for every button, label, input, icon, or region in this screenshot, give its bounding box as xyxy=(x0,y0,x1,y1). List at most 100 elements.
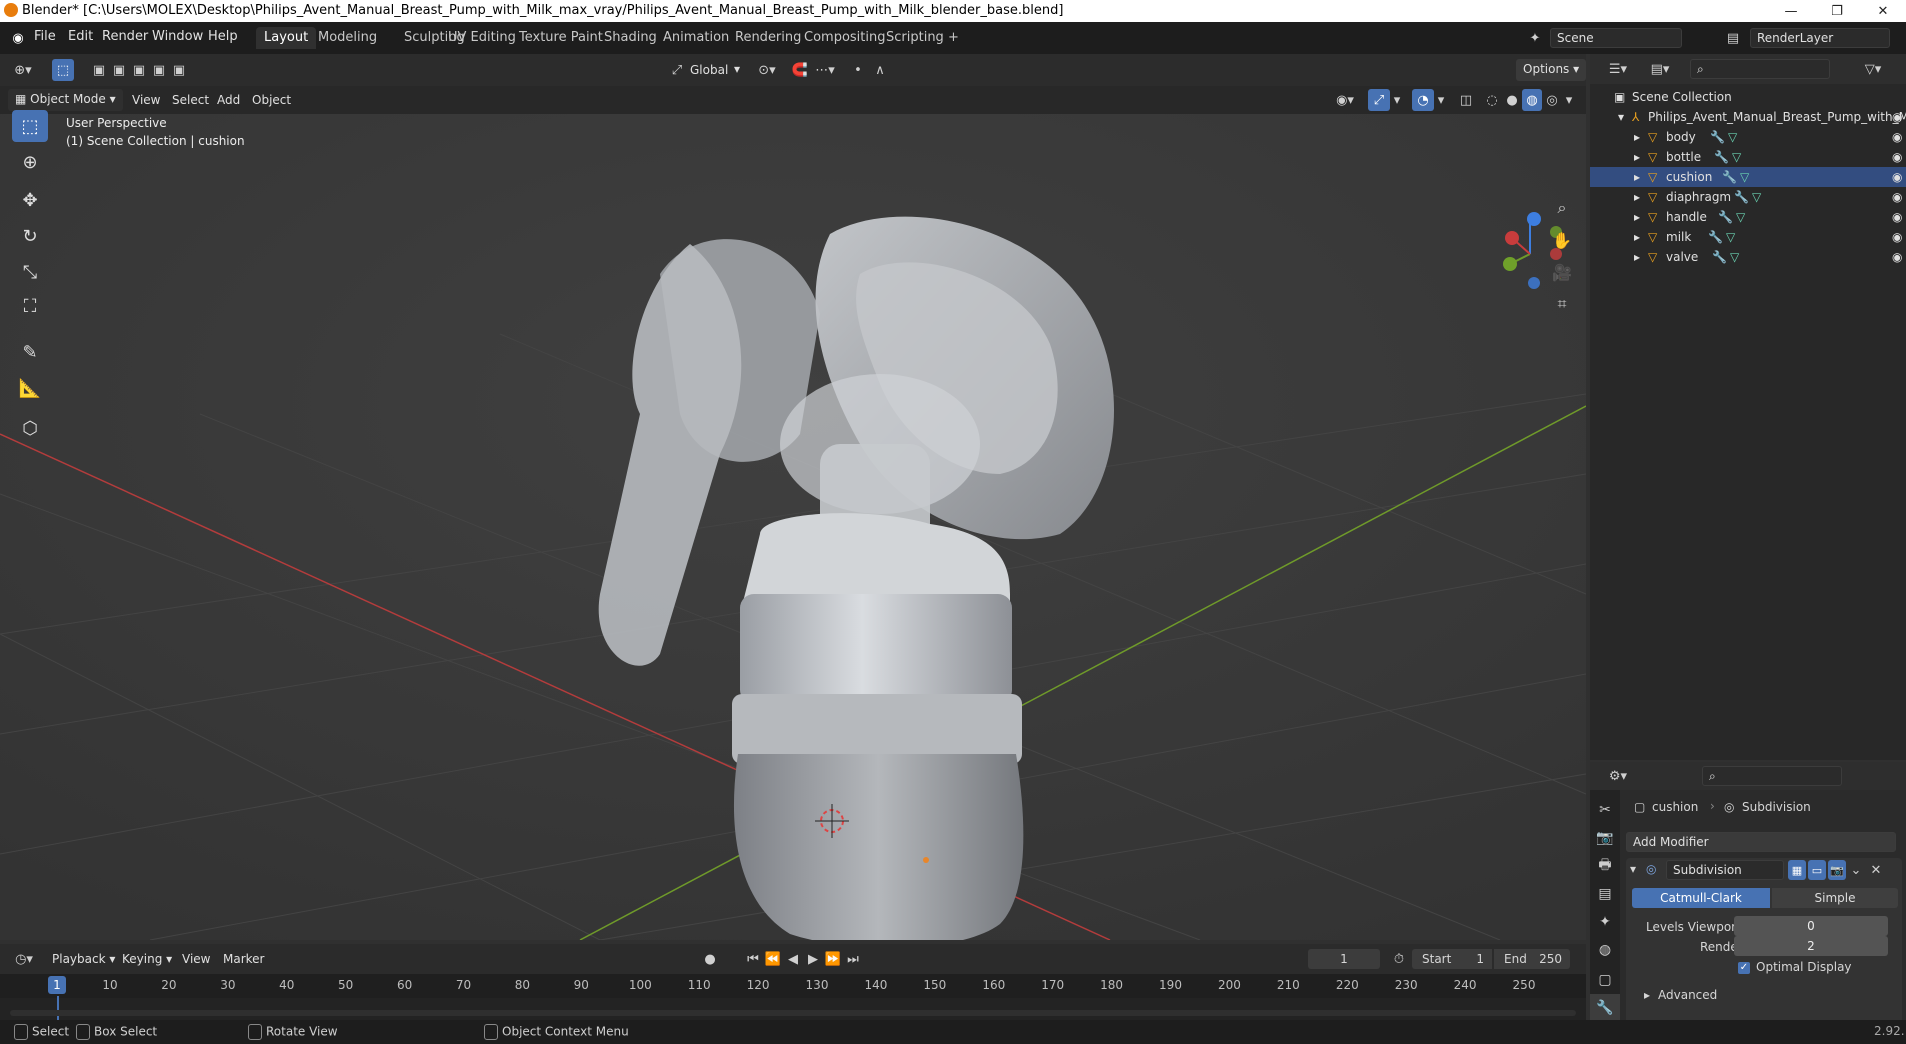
remove-modifier-icon[interactable]: ✕ xyxy=(1868,860,1884,880)
play-icon[interactable]: ▶ xyxy=(804,949,822,969)
3d-viewport[interactable]: User Perspective (1) Scene Collection | … xyxy=(0,114,1586,940)
minimize-button[interactable]: — xyxy=(1768,0,1814,22)
expand-arrow-icon[interactable]: ▸ xyxy=(1634,210,1640,224)
visibility-eye-icon[interactable]: ◉ xyxy=(1892,250,1902,264)
render-levels-field[interactable]: 2 xyxy=(1734,936,1888,956)
orientation-dropdown[interactable]: Global xyxy=(690,63,728,77)
properties-editor-type-icon[interactable]: ⚙▾ xyxy=(1604,766,1632,786)
outliner-item-milk[interactable]: ▸ ▽ milk 🔧 ▽ ◉ xyxy=(1590,227,1906,247)
select-extend-icon[interactable]: ▣ xyxy=(110,59,128,81)
prev-keyframe-icon[interactable]: ⏪ xyxy=(764,949,782,969)
display-mode-icon[interactable]: ▤▾ xyxy=(1646,59,1674,79)
add-modifier-dropdown[interactable]: Add Modifier xyxy=(1626,832,1896,852)
levels-viewport-field[interactable]: 0 xyxy=(1734,916,1888,936)
menu-timeline-view[interactable]: View xyxy=(182,952,210,966)
visibility-eye-icon[interactable]: ◉ xyxy=(1892,170,1902,184)
stopwatch-icon[interactable]: ⏱ xyxy=(1390,949,1408,969)
menu-object[interactable]: Object xyxy=(252,93,291,107)
record-icon[interactable]: ● xyxy=(700,949,720,969)
snap-icon[interactable]: 🧲 xyxy=(790,60,810,80)
filter-icon[interactable]: ▽▾ xyxy=(1860,59,1886,79)
select-subtract-icon[interactable]: ▣ xyxy=(130,59,148,81)
edit-mode-toggle-icon[interactable]: ▦ xyxy=(1788,860,1806,880)
xray-icon[interactable]: ◫ xyxy=(1456,89,1476,111)
jump-end-icon[interactable]: ⏭ xyxy=(844,949,862,969)
outliner-item-valve[interactable]: ▸ ▽ valve 🔧 ▽ ◉ xyxy=(1590,247,1906,267)
modifier-menu-icon[interactable]: ⌄ xyxy=(1848,860,1864,880)
start-frame-field[interactable]: Start 1 xyxy=(1412,949,1492,969)
outliner-item-diaphragm[interactable]: ▸ ▽ diaphragm 🔧 ▽ ◉ xyxy=(1590,187,1906,207)
view-layer-field[interactable]: RenderLayer xyxy=(1750,28,1890,48)
gizmo-x-icon[interactable] xyxy=(1505,231,1519,245)
add-cube-tool-icon[interactable]: ⬡ xyxy=(12,412,48,444)
scale-tool-icon[interactable]: ⤡ xyxy=(12,256,48,288)
visibility-eye-icon[interactable]: ◉ xyxy=(1892,130,1902,144)
solid-shading-icon[interactable]: ● xyxy=(1502,89,1522,111)
outliner-editor-type-icon[interactable]: ☰▾ xyxy=(1604,59,1632,79)
proportional-edit-icon[interactable]: • xyxy=(848,60,868,80)
current-frame-field[interactable]: 1 xyxy=(1308,949,1380,969)
visibility-eye-icon[interactable]: ◉ xyxy=(1892,210,1902,224)
gizmo-z-icon[interactable] xyxy=(1527,212,1541,226)
select-box-tool-icon[interactable]: ⬚ xyxy=(12,110,48,142)
viewport-toggle-icon[interactable]: ▭ xyxy=(1808,860,1826,880)
measure-tool-icon[interactable]: 📐 xyxy=(12,372,48,404)
scene-tab-icon[interactable]: ✦ xyxy=(1590,908,1620,936)
material-preview-shading-icon[interactable]: ◍ xyxy=(1522,89,1542,111)
play-reverse-icon[interactable]: ◀ xyxy=(784,949,802,969)
add-workspace-button[interactable]: + xyxy=(940,27,967,49)
expand-arrow-icon[interactable]: ▸ xyxy=(1634,190,1640,204)
expand-arrow-icon[interactable]: ▸ xyxy=(1634,170,1640,184)
rendered-shading-icon[interactable]: ◎ xyxy=(1542,89,1562,111)
outliner-row-parent-object[interactable]: ▾ ⅄ Philips_Avent_Manual_Breast_Pump_wit… xyxy=(1590,107,1906,127)
menu-render[interactable]: Render xyxy=(102,29,148,44)
optimal-display-checkbox[interactable]: ✓ xyxy=(1738,962,1750,974)
visibility-eye-icon[interactable]: ◉ xyxy=(1892,190,1902,204)
render-toggle-icon[interactable]: 📷 xyxy=(1828,860,1846,880)
menu-edit[interactable]: Edit xyxy=(68,29,93,44)
menu-view[interactable]: View xyxy=(132,93,160,107)
transform-tool-icon[interactable]: ⛶ xyxy=(12,290,48,322)
move-tool-icon[interactable]: ✥ xyxy=(12,184,48,216)
end-frame-field[interactable]: End 250 xyxy=(1494,949,1570,969)
wireframe-shading-icon[interactable]: ◌ xyxy=(1482,89,1502,111)
outliner-row-scene-collection[interactable]: ▣ Scene Collection xyxy=(1590,87,1906,107)
menu-window[interactable]: Window xyxy=(152,29,203,44)
overlays-dropdown-icon[interactable]: ▾ xyxy=(1434,89,1448,111)
blender-menu-icon[interactable]: ◉ xyxy=(8,28,28,48)
outliner-item-handle[interactable]: ▸ ▽ handle 🔧 ▽ ◉ xyxy=(1590,207,1906,227)
pivot-icon[interactable]: ⊙▾ xyxy=(754,60,780,80)
expand-arrow-icon[interactable]: ▾ xyxy=(1618,110,1624,124)
pan-hand-icon[interactable]: ✋ xyxy=(1548,226,1576,254)
select-intersect-icon[interactable]: ▣ xyxy=(170,59,188,81)
object-tab-icon[interactable]: ▢ xyxy=(1590,966,1620,994)
visibility-eye-icon[interactable]: ◉ xyxy=(1892,110,1902,124)
close-button[interactable]: ✕ xyxy=(1860,0,1906,22)
outliner-search-input[interactable]: ⌕ xyxy=(1690,59,1830,79)
select-mode-icon[interactable]: ⬚ xyxy=(52,59,74,81)
timeline-ruler[interactable]: 1 10 20 30 40 50 60 70 80 90 100 110 120 130 140 150 160… xyxy=(0,974,1586,998)
rotate-tool-icon[interactable]: ↻ xyxy=(12,220,48,252)
render-tab-icon[interactable]: 📷 xyxy=(1590,824,1620,852)
expand-arrow-icon[interactable]: ▸ xyxy=(1634,250,1640,264)
properties-search-input[interactable]: ⌕ xyxy=(1702,766,1842,786)
timeline-editor-type-icon[interactable]: ◷▾ xyxy=(10,949,38,969)
jump-start-icon[interactable]: ⏮ xyxy=(744,949,762,969)
next-keyframe-icon[interactable]: ⏩ xyxy=(824,949,842,969)
visibility-eye-icon[interactable]: ◉ xyxy=(1892,230,1902,244)
select-invert-icon[interactable]: ▣ xyxy=(150,59,168,81)
cursor-tool-icon[interactable]: ⊕ xyxy=(12,146,48,178)
visibility-selectability-icon[interactable]: ◉▾ xyxy=(1330,89,1360,111)
expand-arrow-icon[interactable]: ▸ xyxy=(1644,988,1650,1002)
outliner-item-cushion[interactable]: ▸ ▽ cushion 🔧 ▽ ◉ xyxy=(1590,167,1906,187)
menu-help[interactable]: Help xyxy=(208,29,238,44)
visibility-eye-icon[interactable]: ◉ xyxy=(1892,150,1902,164)
maximize-button[interactable]: ❐ xyxy=(1814,0,1860,22)
advanced-section-label[interactable]: Advanced xyxy=(1658,988,1717,1002)
options-dropdown[interactable]: Options ▾ xyxy=(1516,59,1587,81)
menu-keying[interactable]: Keying ▾ xyxy=(122,952,172,966)
menu-select[interactable]: Select xyxy=(172,93,209,107)
shading-dropdown-icon[interactable]: ▾ xyxy=(1562,89,1576,111)
camera-view-icon[interactable]: 🎥 xyxy=(1548,258,1576,286)
view-layer-tab-icon[interactable]: ▤ xyxy=(1590,880,1620,908)
